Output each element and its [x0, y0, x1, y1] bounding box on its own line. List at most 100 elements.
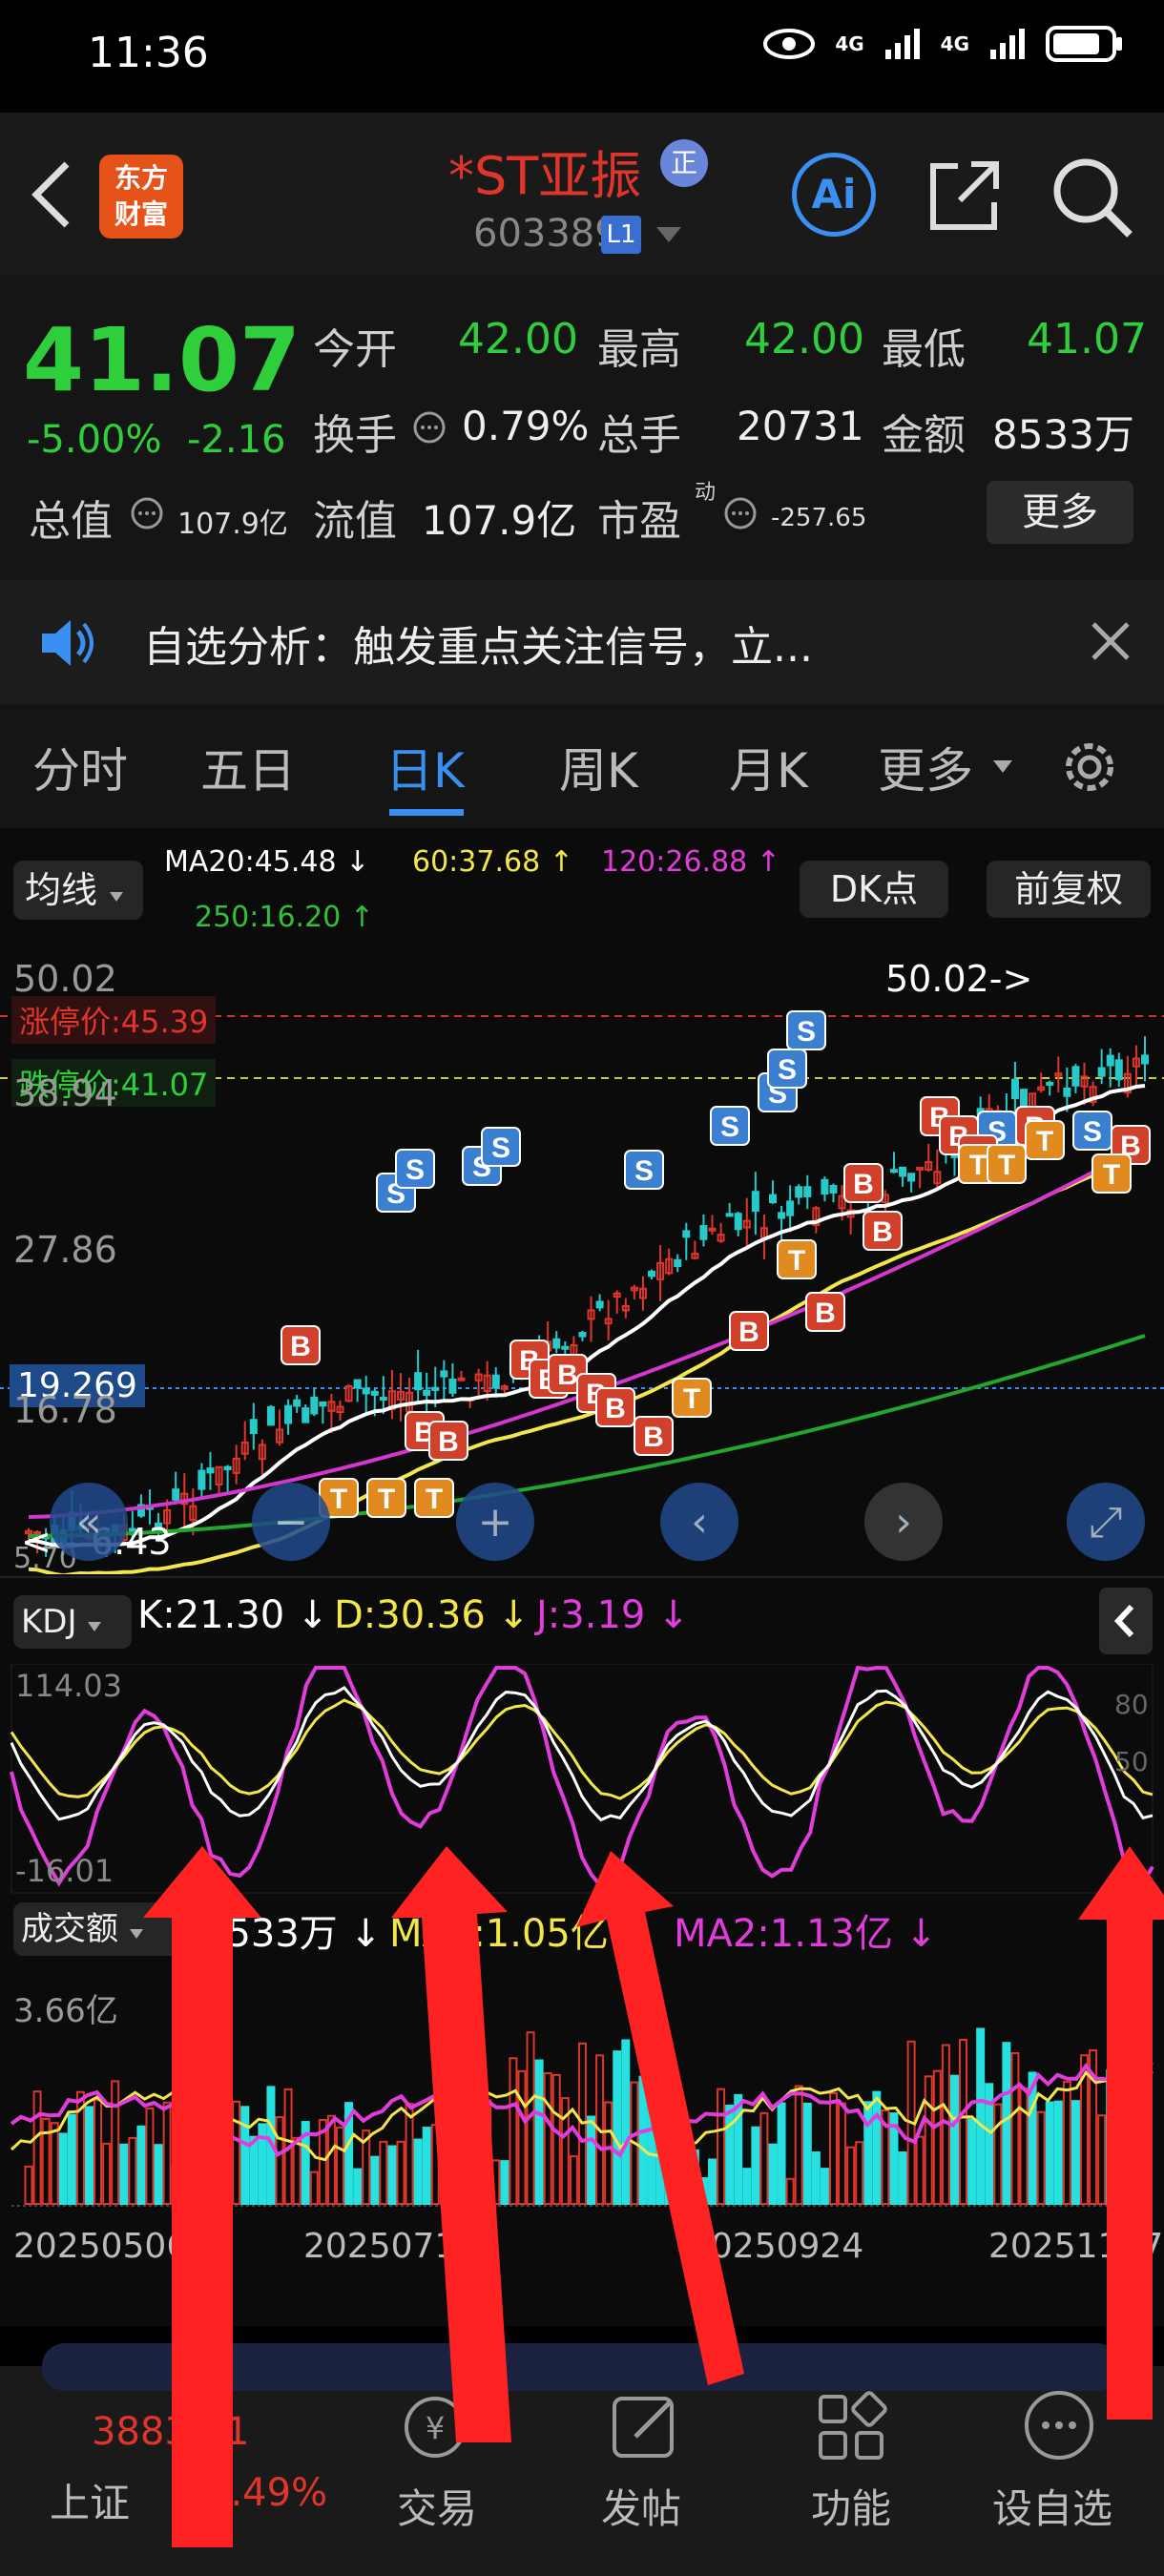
dk-point-button[interactable]: DK点 — [800, 861, 948, 918]
volume-bar — [500, 2160, 509, 2205]
post-icon[interactable] — [607, 2389, 683, 2465]
float-value: 107.9亿 — [422, 497, 577, 544]
signal-marker-letter: B — [643, 1422, 664, 1453]
candle-body — [1114, 1059, 1123, 1081]
signal-marker-letter: S — [720, 1111, 739, 1143]
kdj-80-label: 80 — [1114, 1689, 1149, 1720]
dk-point-label: DK点 — [829, 868, 919, 910]
volume-bar — [1002, 2042, 1011, 2205]
fullscreen-button[interactable]: ⤢ — [1067, 1483, 1145, 1561]
volume-ma1: MA1:1.05亿 ↓ — [389, 1912, 654, 1956]
notice-bar[interactable]: 自选分析：触发重点关注信号，立... — [0, 580, 1164, 704]
pan-right-button[interactable]: › — [864, 1483, 943, 1561]
tab-five-day[interactable]: 五日 — [200, 733, 296, 801]
signal-marker-letter: S — [491, 1132, 510, 1164]
pan-left-button[interactable]: ‹ — [660, 1483, 738, 1561]
volume-label: 总手 — [597, 411, 681, 460]
volume-chart[interactable] — [0, 1965, 1164, 2213]
candle-body — [206, 1467, 215, 1474]
kdj-select[interactable]: KDJ — [13, 1595, 132, 1649]
volume-select-label: 成交额 — [21, 1910, 118, 1948]
candle-body — [1141, 1054, 1149, 1065]
tab-intraday[interactable]: 分时 — [32, 733, 128, 801]
signal-marker-letter: B — [557, 1360, 578, 1391]
index-value[interactable]: 3883.21 — [92, 2410, 249, 2454]
index-name: 上证 — [50, 2480, 131, 2526]
candle-body — [431, 1386, 440, 1391]
kdj-j-line — [10, 1665, 1154, 1890]
trade-icon[interactable]: ¥ — [397, 2389, 473, 2465]
indicator-select[interactable]: 均线 — [13, 861, 143, 920]
candle-body — [648, 1270, 656, 1278]
quote-panel: 41.07 -5.00% -2.16 今开 42.00 最高 42.00 最低 … — [0, 275, 1164, 580]
volume-bar — [309, 2171, 319, 2206]
turnover-label: 换手 — [313, 411, 397, 460]
indicator-select-label: 均线 — [25, 869, 98, 911]
back-icon[interactable] — [27, 158, 74, 231]
volume-bar — [777, 2102, 786, 2206]
low-value: 41.07 — [1027, 315, 1147, 364]
volume-bar — [673, 2169, 682, 2206]
kdj-d-value: D:30.36 ↓ — [334, 1593, 530, 1637]
level-badge[interactable]: L1 — [601, 216, 641, 254]
signal-marker-letter: B — [605, 1393, 626, 1424]
candle-body — [1063, 1087, 1071, 1097]
volume-bar — [1010, 2052, 1020, 2206]
eye-icon — [763, 29, 816, 59]
signal-marker-letter: B — [815, 1298, 836, 1329]
nav-add-watchlist-label[interactable]: 设自选 — [992, 2477, 1112, 2535]
zoom-in-button[interactable]: + — [456, 1483, 534, 1561]
candle-body — [916, 1166, 925, 1171]
volume-bar — [387, 2145, 397, 2205]
bottom-sheet-handle[interactable] — [42, 2343, 1120, 2391]
volume-bar — [1106, 2068, 1115, 2205]
candle-body — [552, 1338, 561, 1349]
signal-marker-letter: T — [1103, 1159, 1120, 1191]
info-icon[interactable] — [412, 410, 447, 445]
chevron-down-icon[interactable] — [655, 225, 683, 246]
tab-daily-k[interactable]: 日K — [385, 733, 465, 801]
tab-weekly-k[interactable]: 周K — [559, 733, 638, 801]
share-icon[interactable] — [925, 156, 1004, 235]
price-label-2: 38.94 — [13, 1072, 117, 1114]
volume-bar — [863, 2101, 873, 2205]
info-icon[interactable] — [723, 496, 758, 530]
volume-max-label: 3.66亿 — [13, 1992, 118, 2030]
volume-bar — [509, 2057, 518, 2205]
gear-icon[interactable] — [1057, 735, 1122, 800]
volume-bar — [396, 2140, 405, 2205]
volume-bar — [1062, 2080, 1071, 2205]
adjust-button[interactable]: 前复权 — [987, 861, 1151, 918]
ai-button[interactable]: Ai — [792, 153, 876, 237]
nav-trade-label[interactable]: 交易 — [397, 2477, 477, 2535]
candle-body — [578, 1332, 587, 1338]
candle-body — [414, 1372, 423, 1391]
search-icon[interactable] — [1050, 155, 1133, 239]
volume-bar — [785, 2177, 795, 2206]
jump-start-button[interactable]: « — [50, 1483, 128, 1561]
candle-body — [1010, 1078, 1019, 1100]
nav-functions-label[interactable]: 功能 — [811, 2477, 891, 2535]
functions-icon[interactable] — [813, 2389, 889, 2465]
tab-monthly-k[interactable]: 月K — [729, 733, 808, 801]
kdj-chart[interactable] — [0, 1664, 1164, 1897]
signal-marker-letter: B — [438, 1426, 459, 1458]
add-watchlist-icon[interactable] — [1019, 2385, 1099, 2465]
status-bar: 11:36 4G 4G — [0, 0, 1164, 113]
collapse-panel-button[interactable] — [1099, 1588, 1153, 1654]
candle-body — [907, 1173, 916, 1182]
nav-post-label[interactable]: 发帖 — [601, 2477, 681, 2535]
volume-bar — [993, 2103, 1003, 2205]
volume-bar — [240, 2106, 250, 2205]
info-icon[interactable] — [130, 496, 164, 530]
more-button[interactable]: 更多 — [987, 481, 1133, 544]
stock-name: *ST亚振 — [448, 146, 642, 206]
tab-more[interactable]: 更多 — [878, 733, 973, 801]
chevron-down-icon[interactable] — [992, 759, 1013, 775]
zoom-out-button[interactable]: − — [252, 1483, 330, 1561]
volume-select[interactable]: 成交额 — [13, 1902, 195, 1956]
price-top-label: 50.02 — [13, 958, 117, 1000]
close-icon[interactable] — [1090, 620, 1132, 662]
candle-body — [699, 1225, 708, 1240]
volume-bar — [179, 2129, 189, 2206]
